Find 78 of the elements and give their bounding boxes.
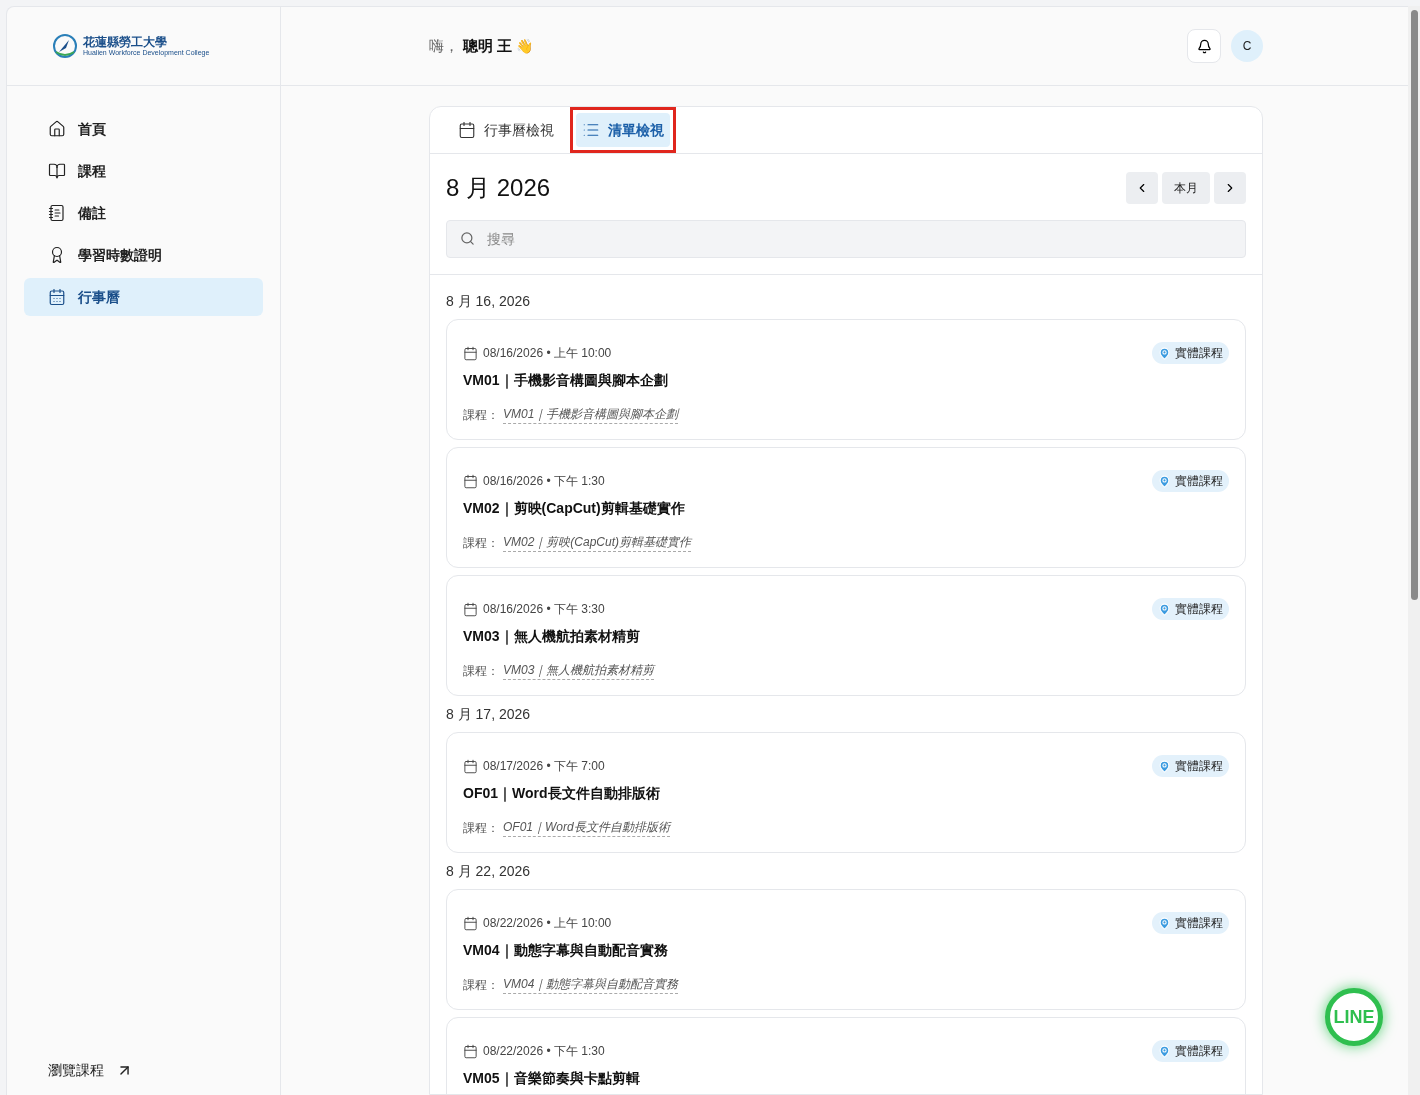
event-title: VM04｜動態字幕與自動配音實務: [463, 941, 669, 961]
previous-month-button[interactable]: [1126, 172, 1158, 204]
calendar-icon: [463, 473, 478, 489]
sidebar-item[interactable]: 課程: [24, 152, 263, 190]
event-title: VM05｜音樂節奏與卡點剪輯: [463, 1069, 641, 1089]
event-datetime: 08/22/2026 • 上午 10:00: [483, 915, 612, 932]
course-label: 課程：: [463, 406, 499, 424]
event-type-tag: 實體課程: [1152, 598, 1229, 620]
event-card[interactable]: 08/17/2026 • 下午 7:00 實體課程 OF01｜Word長文件自動排版術 課程： OF01｜Word長文件自動排版術: [446, 732, 1246, 853]
sidebar-item[interactable]: 備註: [24, 194, 263, 232]
event-title: OF01｜Word長文件自動排版術: [463, 784, 661, 804]
event-datetime: 08/17/2026 • 下午 7:00: [483, 758, 605, 775]
location-pin-icon: [1158, 759, 1171, 773]
scrollbar-thumb[interactable]: [1410, 10, 1418, 600]
event-datetime: 08/16/2026 • 下午 3:30: [483, 601, 605, 618]
month-title: 8 月 2026: [446, 173, 551, 203]
sidebar-item[interactable]: 行事曆: [24, 278, 263, 316]
notification-button[interactable]: [1187, 29, 1221, 63]
calendar-icon: [48, 288, 66, 306]
event-card[interactable]: 08/16/2026 • 下午 1:30 實體課程 VM02｜剪映(CapCut)剪輯基礎實作 課程： VM02｜剪映(CapCut)剪輯基礎實作: [446, 447, 1246, 568]
calendar-icon: [463, 915, 478, 931]
event-type-tag: 實體課程: [1152, 470, 1229, 492]
course-link[interactable]: VM03｜無人機航拍素材精剪: [503, 661, 655, 680]
user-name: 聰明 王: [463, 35, 513, 56]
location-pin-icon: [1158, 346, 1171, 360]
greeting-text: 嗨，: [429, 35, 459, 56]
course-label: 課程：: [463, 976, 499, 994]
location-pin-icon: [1158, 1044, 1171, 1058]
event-datetime: 08/16/2026 • 上午 10:00: [483, 345, 612, 362]
sidebar-item[interactable]: 首頁: [24, 110, 263, 148]
location-pin-icon: [1158, 916, 1171, 930]
event-card[interactable]: 08/16/2026 • 下午 3:30 實體課程 VM03｜無人機航拍素材精剪 課程： VM03｜無人機航拍素材精剪: [446, 575, 1246, 696]
course-link[interactable]: VM04｜動態字幕與自動配音實務: [503, 975, 679, 994]
course-label: 課程：: [463, 534, 499, 552]
event-type-tag: 實體課程: [1152, 342, 1229, 364]
calendar-icon: [458, 121, 476, 139]
event-title: VM01｜手機影音構圖與腳本企劃: [463, 371, 669, 391]
view-tab[interactable]: 行事曆檢視: [452, 113, 560, 147]
calendar-icon: [463, 758, 478, 774]
logo-icon: [51, 32, 79, 60]
event-card[interactable]: 08/22/2026 • 上午 10:00 實體課程 VM04｜動態字幕與自動配音實務 課程： VM04｜動態字幕與自動配音實務: [446, 889, 1246, 1010]
notebook-icon: [48, 204, 66, 222]
location-pin-icon: [1158, 602, 1171, 616]
course-link[interactable]: VM01｜手機影音構圖與腳本企劃: [503, 405, 679, 424]
date-heading: 8 月 16, 2026: [446, 292, 532, 311]
bell-icon: [1196, 38, 1212, 54]
event-datetime: 08/22/2026 • 下午 1:30: [483, 1043, 605, 1060]
next-month-button[interactable]: [1214, 172, 1246, 204]
search-icon: [460, 231, 475, 246]
course-link[interactable]: VM02｜剪映(CapCut)剪輯基礎實作: [503, 533, 692, 552]
calendar-icon: [463, 601, 478, 617]
event-title: VM02｜剪映(CapCut)剪輯基礎實作: [463, 499, 686, 519]
view-tab[interactable]: 清單檢視: [576, 113, 670, 147]
event-type-tag: 實體課程: [1152, 755, 1229, 777]
location-pin-icon: [1158, 474, 1171, 488]
event-card[interactable]: 08/16/2026 • 上午 10:00 實體課程 VM01｜手機影音構圖與腳本企劃 課程： VM01｜手機影音構圖與腳本企劃: [446, 319, 1246, 440]
course-link[interactable]: OF01｜Word長文件自動排版術: [503, 818, 670, 837]
event-type-tag: 實體課程: [1152, 912, 1229, 934]
search-field[interactable]: 搜尋: [446, 220, 1246, 258]
event-card[interactable]: 08/22/2026 • 下午 1:30 實體課程 VM05｜音樂節奏與卡點剪輯: [446, 1017, 1246, 1095]
book-icon: [48, 162, 66, 180]
calendar-icon: [463, 1043, 478, 1059]
sidebar-item[interactable]: 學習時數證明: [24, 236, 263, 274]
course-label: 課程：: [463, 819, 499, 837]
browse-courses-link[interactable]: 瀏覽課程: [48, 1060, 280, 1081]
user-avatar[interactable]: C: [1231, 30, 1263, 62]
event-title: VM03｜無人機航拍素材精剪: [463, 627, 641, 647]
event-type-tag: 實體課程: [1152, 1040, 1229, 1062]
current-month-button[interactable]: 本月: [1162, 172, 1210, 204]
logo-name: 花蓮縣勞工大學: [83, 36, 168, 48]
calendar-icon: [463, 345, 478, 361]
course-label: 課程：: [463, 662, 499, 680]
list-icon: [582, 121, 600, 139]
event-datetime: 08/16/2026 • 下午 1:30: [483, 473, 605, 490]
wave-emoji: 👋: [516, 36, 534, 56]
date-heading: 8 月 22, 2026: [446, 862, 532, 881]
date-heading: 8 月 17, 2026: [446, 705, 532, 724]
home-icon: [48, 120, 66, 138]
